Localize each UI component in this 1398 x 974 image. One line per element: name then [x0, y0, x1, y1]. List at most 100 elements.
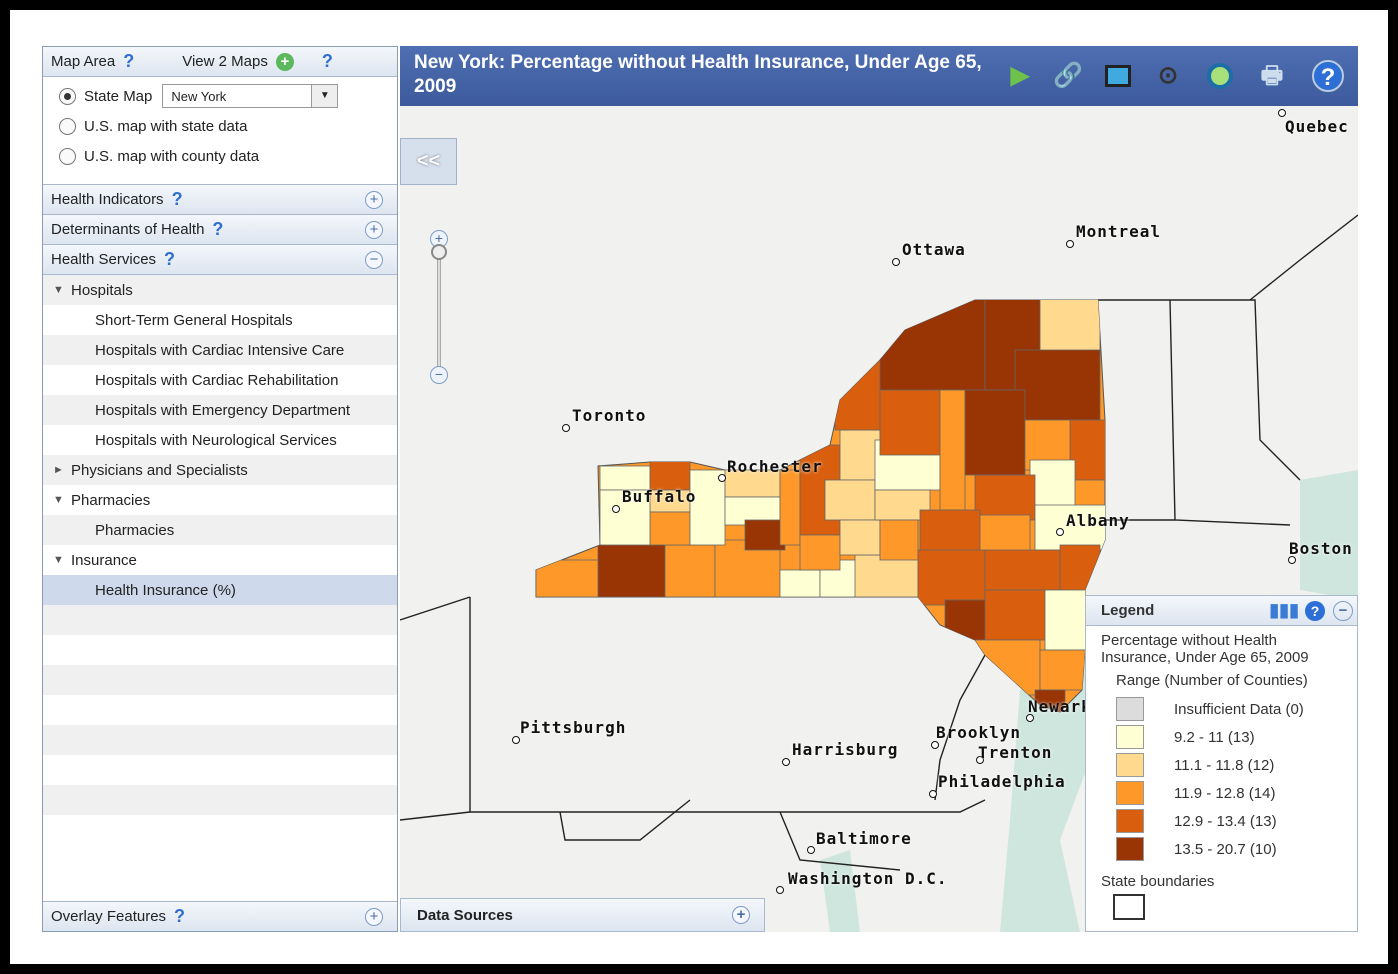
tree-item[interactable]: Hospitals with Cardiac Intensive Care: [43, 335, 397, 365]
radio-us-state-data[interactable]: U.S. map with state data: [43, 111, 397, 141]
city-label: Trenton: [978, 743, 1053, 762]
county: [854, 554, 919, 598]
tree-item[interactable]: Hospitals with Cardiac Rehabilitation: [43, 365, 397, 395]
city-label: Montreal: [1076, 222, 1162, 241]
tree-item-label: Hospitals: [71, 281, 133, 299]
tree-group[interactable]: ▼ Insurance: [43, 545, 397, 575]
city-marker-icon: [1278, 109, 1286, 117]
legend-swatch: [1116, 809, 1144, 833]
health-services-tree: ▼ Hospitals Short-Term General Hospitals Ho…: [43, 275, 397, 845]
state-select[interactable]: New York ▼: [162, 84, 339, 108]
radio-state-map[interactable]: State Map New York ▼: [43, 81, 397, 111]
expand-icon[interactable]: +: [732, 906, 750, 924]
collapsed-triangle-icon[interactable]: ►: [53, 464, 71, 476]
bar-chart-icon[interactable]: ▮▮▮: [1269, 600, 1299, 621]
help-icon[interactable]: ?: [212, 219, 223, 240]
city-label: Baltimore: [816, 829, 912, 848]
help-icon[interactable]: ?: [164, 249, 175, 270]
county: [1069, 419, 1105, 481]
collapse-panel-button[interactable]: <<: [400, 138, 457, 185]
map-panel[interactable]: New York: Percentage without Health Insu…: [400, 46, 1358, 932]
section-label: Determinants of Health: [51, 221, 205, 238]
section-determinants[interactable]: Determinants of Health? +: [43, 215, 397, 245]
expand-icon[interactable]: +: [365, 221, 383, 239]
county: [664, 544, 716, 598]
county: [879, 379, 941, 456]
legend-label: 11.1 - 11.8 (12): [1174, 756, 1275, 774]
radio-us-county-data[interactable]: U.S. map with county data: [43, 141, 397, 171]
legend-swatch: [1116, 837, 1144, 861]
link-icon[interactable]: 🔗: [1052, 60, 1084, 92]
county: [939, 389, 966, 511]
city-label: Ottawa: [902, 240, 966, 259]
plus-circle-icon[interactable]: +: [275, 52, 294, 71]
expanded-triangle-icon[interactable]: ▼: [53, 284, 71, 296]
expanded-triangle-icon[interactable]: ▼: [53, 554, 71, 566]
legend-swatch: [1116, 725, 1144, 749]
binoculars-icon[interactable]: ⊙: [1152, 60, 1184, 92]
help-icon[interactable]: ?: [1305, 601, 1325, 621]
empty-row: [43, 755, 397, 785]
county: [1029, 459, 1076, 511]
tree-group[interactable]: ► Physicians and Specialists: [43, 455, 397, 485]
section-health-services[interactable]: Health Services? −: [43, 245, 397, 275]
legend-item: 11.1 - 11.8 (12): [1086, 751, 1357, 779]
tree-item[interactable]: Hospitals with Neurological Services: [43, 425, 397, 455]
tree-item[interactable]: Hospitals with Emergency Department: [43, 395, 397, 425]
tree-group[interactable]: ▼ Pharmacies: [43, 485, 397, 515]
zoom-slider-handle[interactable]: [431, 244, 447, 260]
county: [649, 511, 691, 546]
radio-button[interactable]: [59, 147, 76, 165]
county: [984, 549, 1061, 591]
tree-item[interactable]: Health Insurance (%): [43, 575, 397, 605]
tree-item-label: Hospitals with Emergency Department: [95, 401, 351, 419]
city-label: Philadelphia: [938, 772, 1066, 791]
county: [824, 479, 876, 521]
tree-item[interactable]: Short-Term General Hospitals: [43, 305, 397, 335]
county: [779, 469, 801, 546]
state-boundary-swatch: [1113, 894, 1145, 920]
play-icon[interactable]: ▶: [1004, 60, 1036, 92]
empty-row: [43, 785, 397, 815]
county: [1014, 349, 1101, 421]
help-icon[interactable]: ?: [1312, 60, 1344, 92]
radio-button[interactable]: [59, 117, 76, 135]
collapse-icon[interactable]: −: [1333, 601, 1353, 621]
help-icon[interactable]: ?: [172, 189, 183, 210]
help-icon[interactable]: ?: [322, 51, 333, 72]
screen-icon[interactable]: [1102, 60, 1134, 92]
empty-row: [43, 635, 397, 665]
city-marker-icon: [612, 505, 620, 513]
data-sources-bar[interactable]: Data Sources +: [400, 898, 765, 932]
section-health-indicators[interactable]: Health Indicators? +: [43, 185, 397, 215]
map-title-bar: New York: Percentage without Health Insu…: [400, 46, 1358, 106]
county: [839, 429, 881, 481]
legend-item: 13.5 - 20.7 (10): [1086, 835, 1357, 863]
magnifier-icon[interactable]: [1204, 60, 1236, 92]
help-icon[interactable]: ?: [174, 906, 185, 927]
expanded-triangle-icon[interactable]: ▼: [53, 494, 71, 506]
tree-item[interactable]: Pharmacies: [43, 515, 397, 545]
help-icon[interactable]: ?: [123, 51, 134, 72]
county: [799, 534, 841, 571]
radio-button[interactable]: [59, 87, 76, 105]
empty-row: [43, 725, 397, 755]
print-icon[interactable]: 🖶: [1256, 60, 1288, 92]
chevron-down-icon[interactable]: ▼: [311, 85, 338, 107]
zoom-slider-track[interactable]: [437, 256, 441, 372]
tree-group[interactable]: ▼ Hospitals: [43, 275, 397, 305]
legend-label: Insufficient Data (0): [1174, 700, 1304, 718]
view-2-maps-label[interactable]: View 2 Maps: [182, 53, 268, 70]
legend-label: 12.9 - 13.4 (13): [1174, 812, 1277, 830]
tree-item-label: Physicians and Specialists: [71, 461, 248, 479]
collapse-icon[interactable]: −: [365, 251, 383, 269]
expand-icon[interactable]: +: [365, 191, 383, 209]
overlay-features-header[interactable]: Overlay Features? +: [43, 901, 397, 931]
county: [879, 519, 919, 561]
map-area-label: Map Area: [51, 53, 116, 70]
legend-subtitle: Percentage without Health Insurance, Und…: [1101, 632, 1309, 666]
zoom-out-button[interactable]: −: [430, 366, 448, 384]
expand-icon[interactable]: +: [365, 908, 383, 926]
empty-row: [43, 695, 397, 725]
county: [917, 549, 986, 606]
